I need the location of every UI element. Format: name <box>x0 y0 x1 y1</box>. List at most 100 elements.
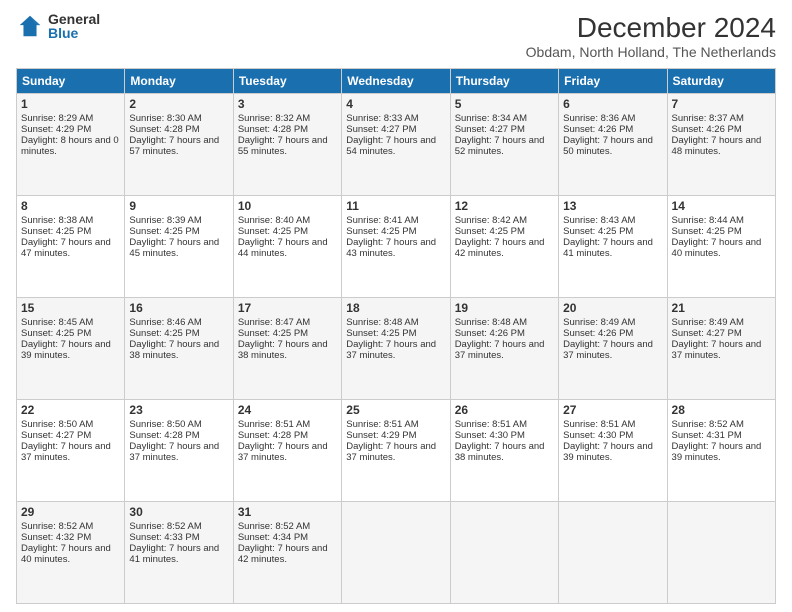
day-number: 30 <box>129 505 228 519</box>
sunrise-text: Sunrise: 8:32 AM <box>238 113 310 124</box>
calendar-cell: 25 Sunrise: 8:51 AM Sunset: 4:29 PM Dayl… <box>342 400 450 502</box>
calendar-cell: 14 Sunrise: 8:44 AM Sunset: 4:25 PM Dayl… <box>667 196 775 298</box>
day-number: 27 <box>563 403 662 417</box>
header-row: Sunday Monday Tuesday Wednesday Thursday… <box>17 69 776 94</box>
daylight-text: Daylight: 7 hours and 41 minutes. <box>563 237 653 259</box>
daylight-text: Daylight: 7 hours and 39 minutes. <box>672 441 762 463</box>
sunset-text: Sunset: 4:30 PM <box>455 430 525 441</box>
daylight-text: Daylight: 7 hours and 37 minutes. <box>455 339 545 361</box>
calendar-cell <box>559 502 667 604</box>
sunset-text: Sunset: 4:26 PM <box>672 124 742 135</box>
sunset-text: Sunset: 4:25 PM <box>238 226 308 237</box>
daylight-text: Daylight: 7 hours and 37 minutes. <box>238 441 328 463</box>
calendar-cell: 7 Sunrise: 8:37 AM Sunset: 4:26 PM Dayli… <box>667 94 775 196</box>
calendar-cell: 28 Sunrise: 8:52 AM Sunset: 4:31 PM Dayl… <box>667 400 775 502</box>
logo-blue-text: Blue <box>48 26 100 40</box>
sunset-text: Sunset: 4:25 PM <box>346 328 416 339</box>
daylight-text: Daylight: 7 hours and 57 minutes. <box>129 135 219 157</box>
calendar-cell: 15 Sunrise: 8:45 AM Sunset: 4:25 PM Dayl… <box>17 298 125 400</box>
sunrise-text: Sunrise: 8:36 AM <box>563 113 635 124</box>
calendar-cell: 8 Sunrise: 8:38 AM Sunset: 4:25 PM Dayli… <box>17 196 125 298</box>
sunrise-text: Sunrise: 8:51 AM <box>563 419 635 430</box>
day-number: 4 <box>346 97 445 111</box>
sunrise-text: Sunrise: 8:45 AM <box>21 317 93 328</box>
sunrise-text: Sunrise: 8:52 AM <box>672 419 744 430</box>
main-title: December 2024 <box>526 12 776 44</box>
sunset-text: Sunset: 4:25 PM <box>455 226 525 237</box>
sunset-text: Sunset: 4:27 PM <box>21 430 91 441</box>
daylight-text: Daylight: 7 hours and 54 minutes. <box>346 135 436 157</box>
week-row-1: 1 Sunrise: 8:29 AM Sunset: 4:29 PM Dayli… <box>17 94 776 196</box>
calendar-cell: 17 Sunrise: 8:47 AM Sunset: 4:25 PM Dayl… <box>233 298 341 400</box>
week-row-4: 22 Sunrise: 8:50 AM Sunset: 4:27 PM Dayl… <box>17 400 776 502</box>
sunrise-text: Sunrise: 8:34 AM <box>455 113 527 124</box>
header-friday: Friday <box>559 69 667 94</box>
calendar-cell: 31 Sunrise: 8:52 AM Sunset: 4:34 PM Dayl… <box>233 502 341 604</box>
week-row-5: 29 Sunrise: 8:52 AM Sunset: 4:32 PM Dayl… <box>17 502 776 604</box>
day-number: 7 <box>672 97 771 111</box>
sunset-text: Sunset: 4:25 PM <box>238 328 308 339</box>
day-number: 12 <box>455 199 554 213</box>
header-saturday: Saturday <box>667 69 775 94</box>
daylight-text: Daylight: 7 hours and 55 minutes. <box>238 135 328 157</box>
day-number: 26 <box>455 403 554 417</box>
calendar-cell: 30 Sunrise: 8:52 AM Sunset: 4:33 PM Dayl… <box>125 502 233 604</box>
sunset-text: Sunset: 4:28 PM <box>129 430 199 441</box>
calendar-cell: 16 Sunrise: 8:46 AM Sunset: 4:25 PM Dayl… <box>125 298 233 400</box>
sunrise-text: Sunrise: 8:46 AM <box>129 317 201 328</box>
day-number: 31 <box>238 505 337 519</box>
sunrise-text: Sunrise: 8:48 AM <box>455 317 527 328</box>
sunrise-text: Sunrise: 8:51 AM <box>238 419 310 430</box>
daylight-text: Daylight: 7 hours and 38 minutes. <box>238 339 328 361</box>
daylight-text: Daylight: 7 hours and 37 minutes. <box>21 441 111 463</box>
daylight-text: Daylight: 7 hours and 47 minutes. <box>21 237 111 259</box>
daylight-text: Daylight: 7 hours and 38 minutes. <box>455 441 545 463</box>
daylight-text: Daylight: 7 hours and 42 minutes. <box>238 543 328 565</box>
sunset-text: Sunset: 4:26 PM <box>563 124 633 135</box>
calendar-cell: 2 Sunrise: 8:30 AM Sunset: 4:28 PM Dayli… <box>125 94 233 196</box>
sunrise-text: Sunrise: 8:49 AM <box>672 317 744 328</box>
sunrise-text: Sunrise: 8:40 AM <box>238 215 310 226</box>
sunrise-text: Sunrise: 8:51 AM <box>455 419 527 430</box>
sunrise-text: Sunrise: 8:41 AM <box>346 215 418 226</box>
calendar-cell: 12 Sunrise: 8:42 AM Sunset: 4:25 PM Dayl… <box>450 196 558 298</box>
sunset-text: Sunset: 4:25 PM <box>563 226 633 237</box>
sunset-text: Sunset: 4:27 PM <box>346 124 416 135</box>
daylight-text: Daylight: 8 hours and 0 minutes. <box>21 135 119 157</box>
sunset-text: Sunset: 4:27 PM <box>455 124 525 135</box>
sunset-text: Sunset: 4:34 PM <box>238 532 308 543</box>
daylight-text: Daylight: 7 hours and 48 minutes. <box>672 135 762 157</box>
calendar-cell: 6 Sunrise: 8:36 AM Sunset: 4:26 PM Dayli… <box>559 94 667 196</box>
calendar-cell: 29 Sunrise: 8:52 AM Sunset: 4:32 PM Dayl… <box>17 502 125 604</box>
daylight-text: Daylight: 7 hours and 42 minutes. <box>455 237 545 259</box>
day-number: 23 <box>129 403 228 417</box>
calendar-cell: 20 Sunrise: 8:49 AM Sunset: 4:26 PM Dayl… <box>559 298 667 400</box>
daylight-text: Daylight: 7 hours and 39 minutes. <box>563 441 653 463</box>
sunset-text: Sunset: 4:25 PM <box>129 226 199 237</box>
sunset-text: Sunset: 4:25 PM <box>346 226 416 237</box>
day-number: 25 <box>346 403 445 417</box>
logo-text: General Blue <box>48 12 100 40</box>
day-number: 11 <box>346 199 445 213</box>
daylight-text: Daylight: 7 hours and 37 minutes. <box>346 339 436 361</box>
calendar-table: Sunday Monday Tuesday Wednesday Thursday… <box>16 68 776 604</box>
sunrise-text: Sunrise: 8:37 AM <box>672 113 744 124</box>
sunrise-text: Sunrise: 8:51 AM <box>346 419 418 430</box>
header-tuesday: Tuesday <box>233 69 341 94</box>
day-number: 5 <box>455 97 554 111</box>
calendar-cell: 19 Sunrise: 8:48 AM Sunset: 4:26 PM Dayl… <box>450 298 558 400</box>
sunset-text: Sunset: 4:29 PM <box>346 430 416 441</box>
calendar-cell: 26 Sunrise: 8:51 AM Sunset: 4:30 PM Dayl… <box>450 400 558 502</box>
day-number: 2 <box>129 97 228 111</box>
sunset-text: Sunset: 4:33 PM <box>129 532 199 543</box>
logo: General Blue <box>16 12 100 40</box>
header-sunday: Sunday <box>17 69 125 94</box>
calendar-cell: 1 Sunrise: 8:29 AM Sunset: 4:29 PM Dayli… <box>17 94 125 196</box>
daylight-text: Daylight: 7 hours and 37 minutes. <box>672 339 762 361</box>
sunrise-text: Sunrise: 8:39 AM <box>129 215 201 226</box>
sunset-text: Sunset: 4:31 PM <box>672 430 742 441</box>
week-row-2: 8 Sunrise: 8:38 AM Sunset: 4:25 PM Dayli… <box>17 196 776 298</box>
day-number: 9 <box>129 199 228 213</box>
sunrise-text: Sunrise: 8:33 AM <box>346 113 418 124</box>
daylight-text: Daylight: 7 hours and 44 minutes. <box>238 237 328 259</box>
